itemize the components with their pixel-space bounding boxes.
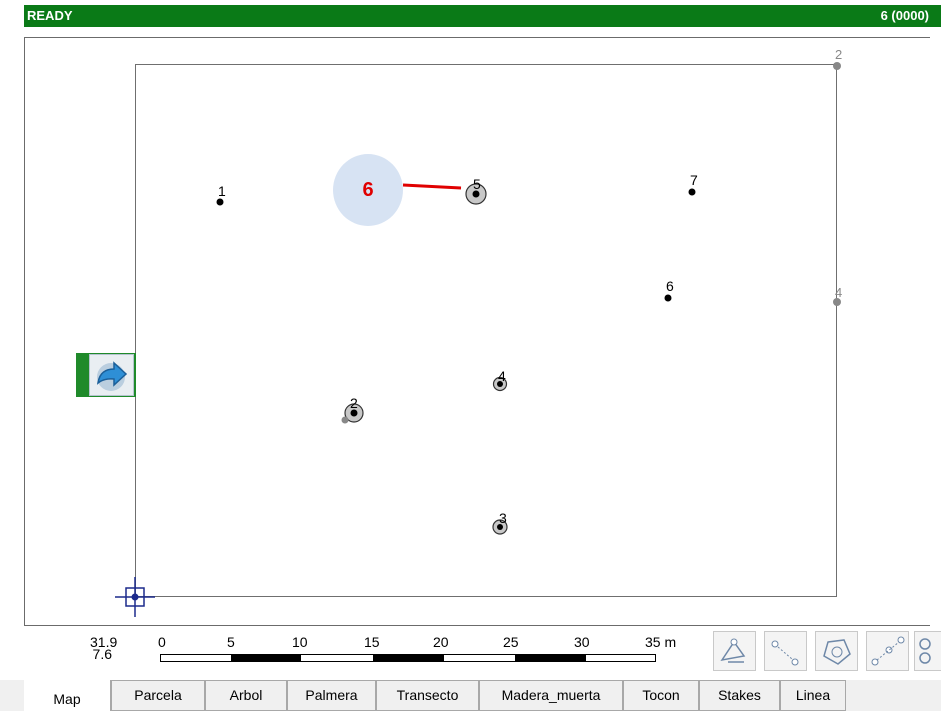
map-svg: 2 4 1 7 6 5 4 2 3: [115, 47, 842, 617]
link-button[interactable]: [914, 631, 941, 671]
edit-vertex-icon: [720, 638, 746, 663]
scale-tick: 20: [433, 634, 449, 650]
tab-transecto[interactable]: Transecto: [376, 680, 479, 711]
scale-tick: 30: [574, 634, 590, 650]
status-text: READY: [27, 8, 73, 23]
status-count: 6 (0000): [880, 8, 929, 23]
scale-tick: 35 m: [645, 634, 677, 650]
map-canvas[interactable]: 2 4 1 7 6 5 4 2 3: [24, 37, 930, 626]
tab-bar: Map Parcela Arbol Palmera Transecto Made…: [0, 680, 941, 711]
annotation-pointer: [402, 183, 462, 190]
polygon-icon: [823, 639, 851, 665]
point-7[interactable]: [688, 188, 696, 196]
scale-bar: [160, 654, 656, 662]
polygon-button[interactable]: [815, 631, 858, 671]
forward-arrow-icon: [96, 361, 128, 391]
tab-arbol[interactable]: Arbol: [205, 680, 287, 711]
edit-vertex-button[interactable]: [713, 631, 756, 671]
scale-tick: 25: [503, 634, 519, 650]
plot-boundary: [135, 64, 837, 597]
tree-label-3: 3: [499, 510, 507, 526]
tree-label-5: 5: [473, 176, 481, 192]
tab-tocon[interactable]: Tocon: [623, 680, 699, 711]
move-vertex-icon: [771, 640, 799, 666]
point-1[interactable]: [216, 198, 224, 206]
tree-label-2: 2: [350, 395, 358, 411]
scale-segment: [231, 655, 301, 661]
point-label-7: 7: [690, 172, 698, 188]
scale-segment: [515, 655, 586, 661]
tab-stakes[interactable]: Stakes: [699, 680, 780, 711]
point-label-6: 6: [666, 278, 674, 294]
tab-madera-muerta[interactable]: Madera_muerta: [479, 680, 623, 711]
coordinate-y: 7.6: [92, 646, 112, 662]
tree-label-4: 4: [498, 368, 506, 384]
add-vertex-icon: [871, 636, 905, 666]
point-label-1: 1: [218, 183, 226, 199]
point-6[interactable]: [664, 294, 672, 302]
status-bar: READY 6 (0000): [24, 5, 941, 27]
scale-tick: 0: [158, 634, 166, 650]
stake-label-4: 4: [835, 285, 842, 300]
link-icon: [919, 638, 931, 664]
scale-segment: [373, 655, 444, 661]
tab-parcela[interactable]: Parcela: [111, 680, 205, 711]
scale-tick: 10: [292, 634, 308, 650]
add-vertex-button[interactable]: [866, 631, 909, 671]
origin-crosshair-icon: [115, 577, 155, 617]
scale-tick: 5: [227, 634, 235, 650]
stake-2[interactable]: [833, 62, 841, 70]
scale-tick: 15: [364, 634, 380, 650]
stake-label-2: 2: [835, 47, 842, 62]
tab-palmera[interactable]: Palmera: [287, 680, 376, 711]
scale-row: 31.9 7.6 0 5 10 15 20 25 30 35 m: [0, 628, 941, 672]
nav-button-face: [89, 354, 134, 396]
annotation-marker: 6: [333, 154, 403, 226]
tab-linea[interactable]: Linea: [780, 680, 846, 711]
navigate-button[interactable]: [76, 353, 136, 397]
tab-map[interactable]: Map: [24, 680, 111, 711]
move-vertex-button[interactable]: [764, 631, 807, 671]
